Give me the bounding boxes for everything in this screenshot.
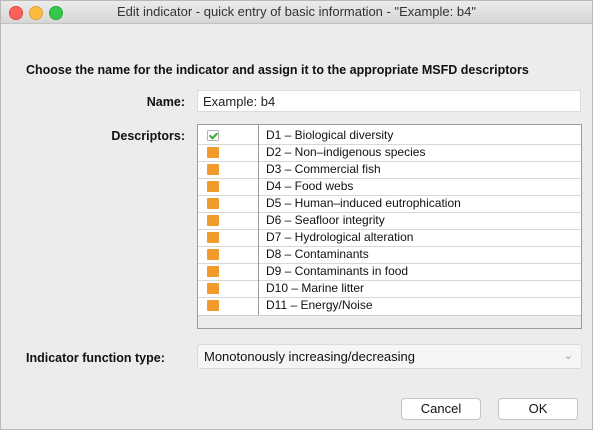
descriptor-label: D9 – Contaminants in food bbox=[266, 264, 409, 278]
checkbox-unchecked[interactable] bbox=[207, 232, 219, 243]
function-type-value: Monotonously increasing/decreasing bbox=[204, 349, 416, 364]
title-bar[interactable]: Edit indicator - quick entry of basic in… bbox=[1, 1, 592, 24]
descriptor-label: D6 – Seafloor integrity bbox=[266, 213, 385, 227]
checkbox-unchecked[interactable] bbox=[207, 181, 219, 192]
descriptor-label: D5 – Human–induced eutrophication bbox=[266, 196, 461, 210]
chevron-down-icon: ⌄ bbox=[563, 350, 573, 362]
descriptor-row[interactable]: D1 – Biological diversity bbox=[198, 127, 581, 144]
checkbox-unchecked[interactable] bbox=[207, 147, 219, 158]
cancel-button[interactable]: Cancel bbox=[401, 398, 481, 420]
descriptor-label: D4 – Food webs bbox=[266, 179, 354, 193]
function-type-label: Indicator function type: bbox=[26, 351, 165, 365]
checkbox-unchecked[interactable] bbox=[207, 164, 219, 175]
name-label: Name: bbox=[146, 95, 185, 109]
window-title: Edit indicator - quick entry of basic in… bbox=[117, 4, 476, 19]
descriptor-row[interactable]: D11 – Energy/Noise bbox=[198, 297, 581, 314]
list-scrollbar-area[interactable] bbox=[198, 315, 581, 328]
function-type-select[interactable]: Monotonously increasing/decreasing ⌄ bbox=[197, 344, 582, 369]
descriptor-label: D10 – Marine litter bbox=[266, 281, 365, 295]
descriptors-label: Descriptors: bbox=[111, 129, 185, 143]
descriptor-row[interactable]: D3 – Commercial fish bbox=[198, 161, 581, 178]
descriptor-row[interactable]: D10 – Marine litter bbox=[198, 280, 581, 297]
name-input[interactable] bbox=[197, 90, 581, 112]
dialog-window: Edit indicator - quick entry of basic in… bbox=[0, 0, 593, 430]
checkbox-unchecked[interactable] bbox=[207, 249, 219, 260]
ok-button[interactable]: OK bbox=[498, 398, 578, 420]
descriptor-row[interactable]: D2 – Non–indigenous species bbox=[198, 144, 581, 161]
descriptor-row[interactable]: D9 – Contaminants in food bbox=[198, 263, 581, 280]
checkbox-unchecked[interactable] bbox=[207, 266, 219, 277]
descriptor-label: D11 – Energy/Noise bbox=[266, 298, 373, 312]
column-divider bbox=[258, 125, 259, 315]
checkbox-unchecked[interactable] bbox=[207, 300, 219, 311]
checkbox-unchecked[interactable] bbox=[207, 283, 219, 294]
descriptor-label: D7 – Hydrological alteration bbox=[266, 230, 414, 244]
descriptors-list[interactable]: D1 – Biological diversity D2 – Non–indige… bbox=[197, 124, 582, 329]
form-heading: Choose the name for the indicator and as… bbox=[26, 63, 529, 77]
descriptor-row[interactable]: D5 – Human–induced eutrophication bbox=[198, 195, 581, 212]
descriptor-row[interactable]: D7 – Hydrological alteration bbox=[198, 229, 581, 246]
descriptor-row[interactable]: D8 – Contaminants bbox=[198, 246, 581, 263]
descriptor-label: D3 – Commercial fish bbox=[266, 162, 381, 176]
descriptors-grid: D1 – Biological diversity D2 – Non–indige… bbox=[198, 127, 581, 314]
checkbox-unchecked[interactable] bbox=[207, 198, 219, 209]
descriptor-label: D1 – Biological diversity bbox=[266, 128, 394, 142]
descriptor-label: D2 – Non–indigenous species bbox=[266, 145, 426, 159]
checkbox-unchecked[interactable] bbox=[207, 215, 219, 226]
descriptor-row[interactable]: D4 – Food webs bbox=[198, 178, 581, 195]
descriptor-row[interactable]: D6 – Seafloor integrity bbox=[198, 212, 581, 229]
checkbox-checked[interactable] bbox=[207, 130, 219, 141]
descriptor-label: D8 – Contaminants bbox=[266, 247, 369, 261]
